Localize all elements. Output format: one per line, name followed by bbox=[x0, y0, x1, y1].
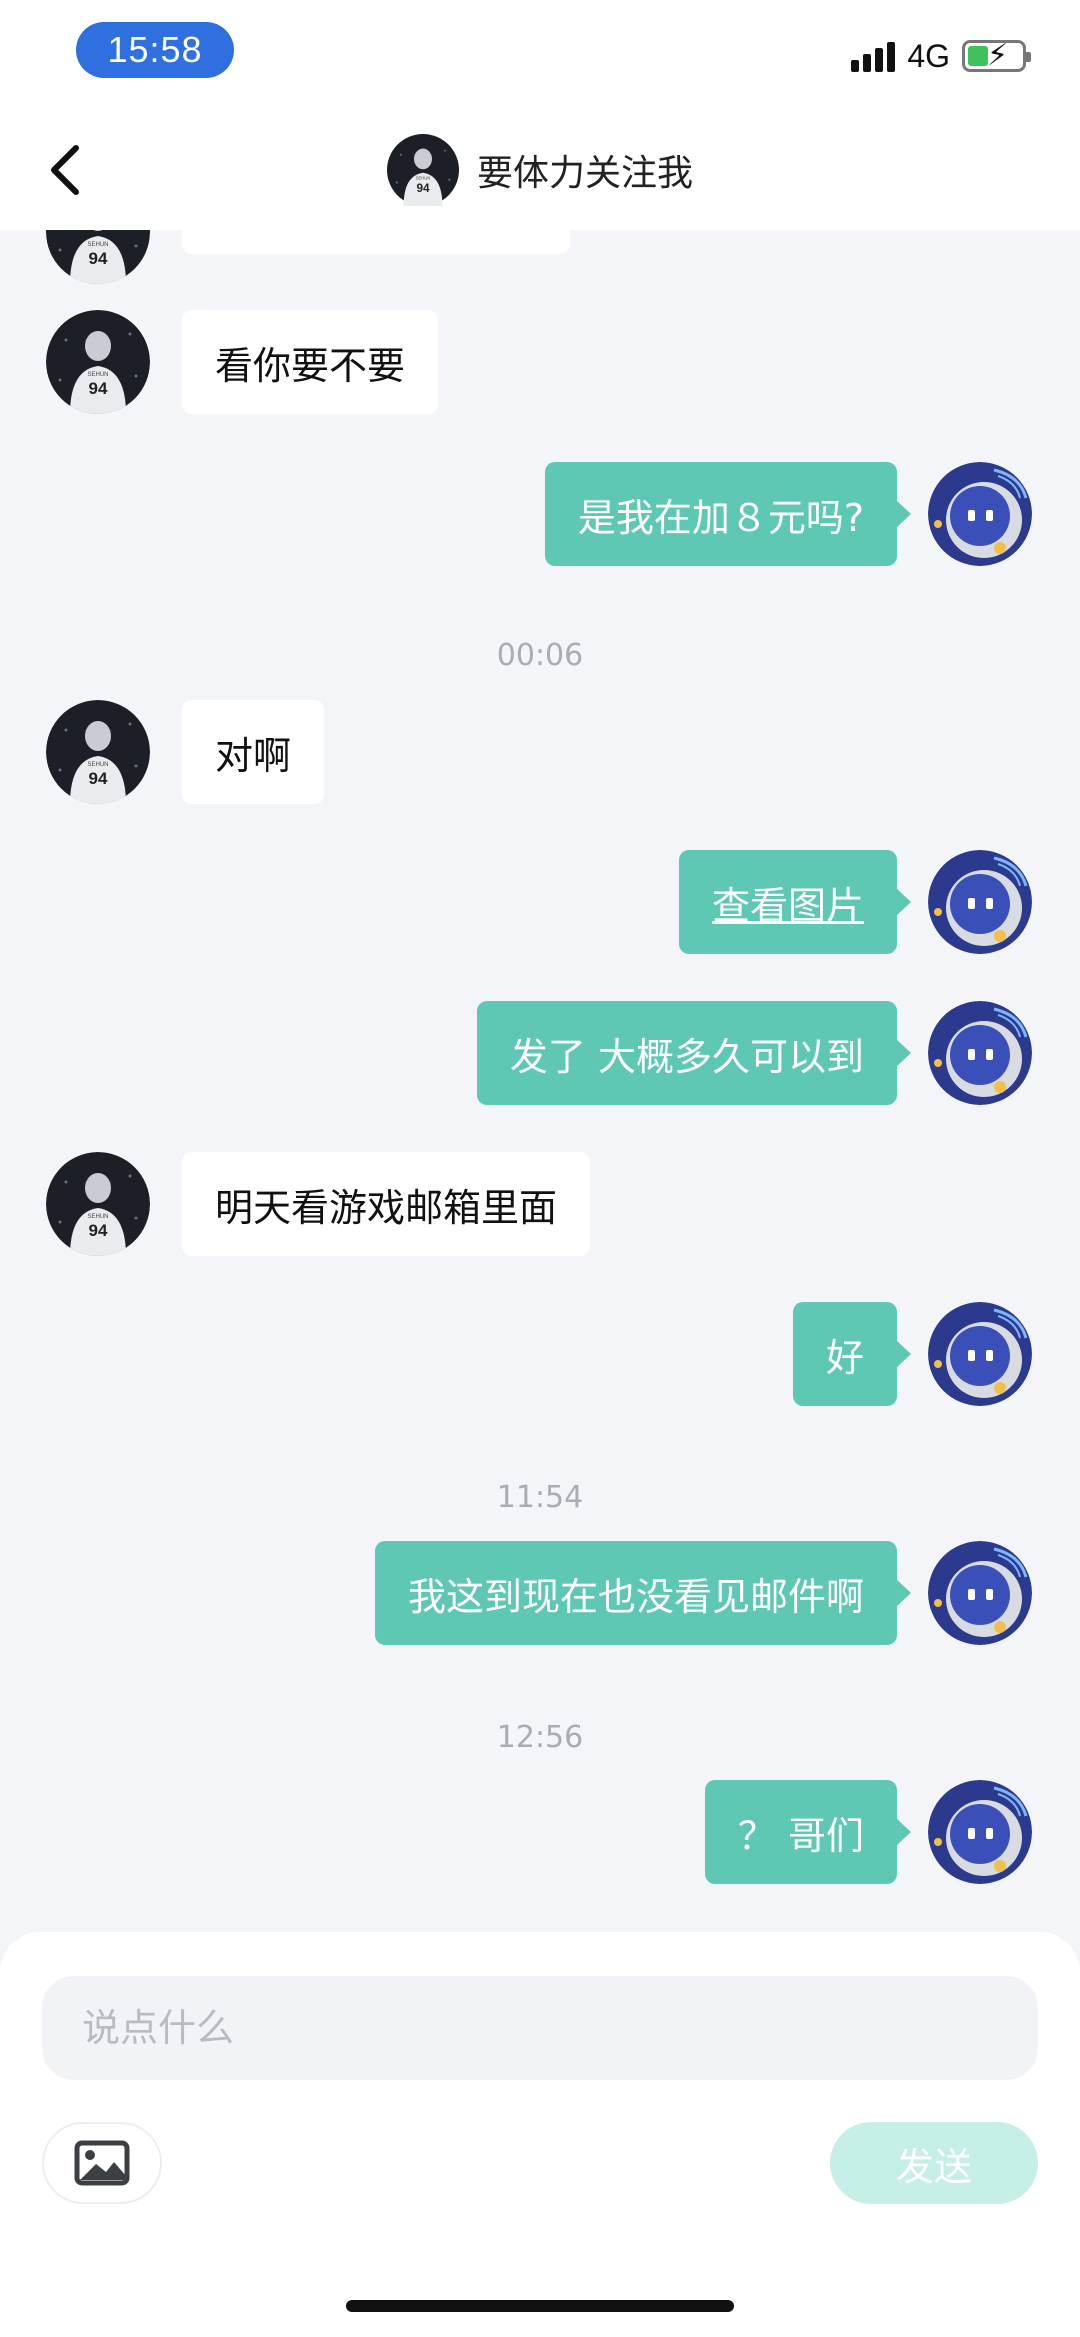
self-avatar[interactable] bbox=[928, 462, 1032, 566]
self-avatar[interactable] bbox=[928, 1541, 1032, 1645]
peer-avatar[interactable] bbox=[46, 230, 150, 284]
status-bar: 15:58 4G ⚡ bbox=[0, 0, 1080, 110]
self-avatar[interactable] bbox=[928, 1780, 1032, 1884]
send-button[interactable]: 发送 bbox=[830, 2122, 1038, 2204]
self-avatar[interactable] bbox=[928, 1001, 1032, 1105]
self-avatar[interactable] bbox=[928, 850, 1032, 954]
incoming-message-bubble[interactable]: 对啊 bbox=[182, 700, 325, 804]
peer-avatar[interactable] bbox=[46, 700, 150, 804]
message-timestamp: 00:06 bbox=[496, 638, 584, 673]
back-button[interactable] bbox=[36, 140, 96, 200]
status-time: 15:58 bbox=[76, 22, 234, 78]
contact-info[interactable]: 要体力关注我 bbox=[386, 134, 693, 206]
peer-avatar[interactable] bbox=[46, 1152, 150, 1256]
image-picker-button[interactable] bbox=[42, 2122, 162, 2204]
image-icon bbox=[74, 2140, 130, 2186]
outgoing-message-bubble[interactable]: 好 bbox=[792, 1302, 912, 1406]
battery-charging-icon: ⚡ bbox=[962, 39, 1031, 73]
view-image-link[interactable]: 查看图片 bbox=[712, 875, 864, 930]
cellular-signal-icon bbox=[851, 40, 896, 72]
outgoing-message-bubble[interactable]: 是我在加８元吗? bbox=[544, 462, 912, 566]
network-type: 4G bbox=[907, 37, 950, 74]
back-chevron-icon bbox=[51, 145, 79, 195]
outgoing-image-bubble[interactable]: 查看图片 bbox=[678, 850, 912, 954]
incoming-message-bubble[interactable]: 看你要不要 bbox=[182, 310, 439, 414]
message-timestamp: 12:56 bbox=[496, 1720, 584, 1755]
outgoing-message-bubble[interactable]: 发了 大概多久可以到 bbox=[476, 1001, 912, 1105]
outgoing-message-bubble[interactable]: 我这到现在也没看见邮件啊 bbox=[374, 1541, 912, 1645]
composer-panel: 发送 bbox=[0, 1932, 1080, 2337]
contact-avatar bbox=[386, 134, 459, 206]
incoming-message-bubble[interactable] bbox=[182, 230, 570, 254]
message-timestamp: 11:54 bbox=[496, 1480, 584, 1515]
page-title: 要体力关注我 bbox=[476, 153, 693, 194]
peer-avatar[interactable] bbox=[46, 310, 150, 414]
status-indicators: 4G ⚡ bbox=[851, 36, 1031, 76]
self-avatar[interactable] bbox=[928, 1302, 1032, 1406]
outgoing-message-bubble[interactable]: ？ 哥们 bbox=[704, 1780, 912, 1884]
chat-header: 要体力关注我 bbox=[0, 110, 1080, 230]
home-indicator[interactable] bbox=[346, 2300, 734, 2312]
message-input[interactable] bbox=[42, 1976, 1038, 2080]
incoming-message-bubble[interactable]: 明天看游戏邮箱里面 bbox=[182, 1152, 591, 1256]
message-list[interactable]: 看你要不要 是我在加８元吗? 00:06 对啊 查看图片 发了 大概多久可以到 … bbox=[0, 230, 1080, 1930]
